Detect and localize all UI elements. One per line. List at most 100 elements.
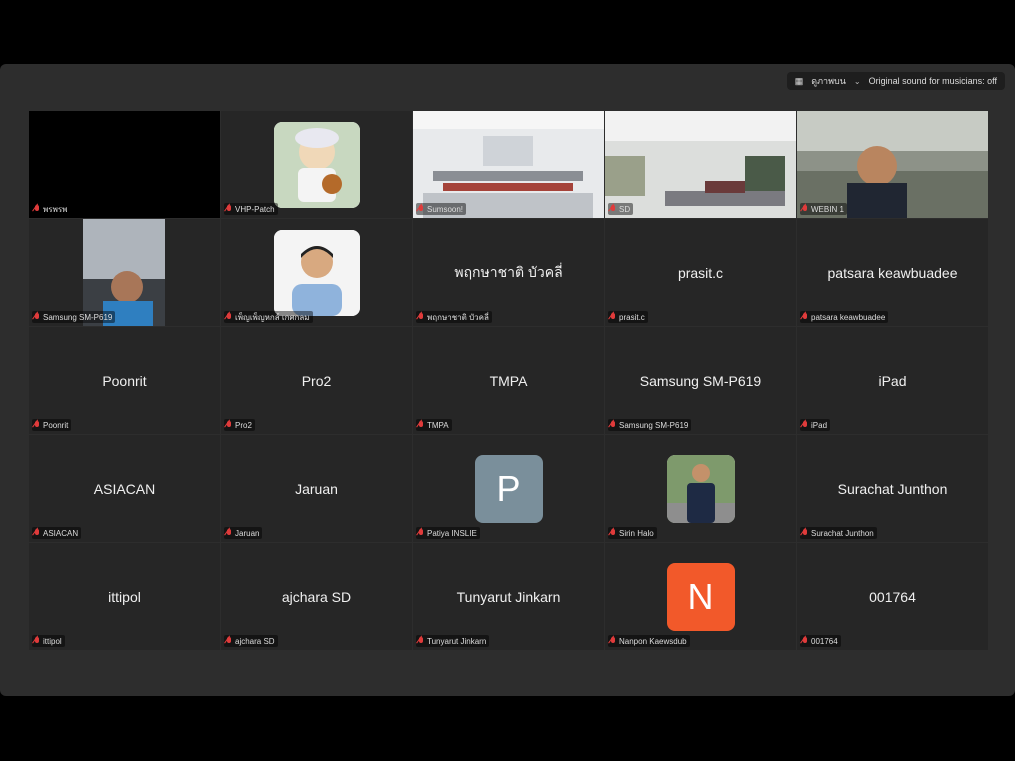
participant-tile[interactable]: เพ็ญเพ็ญหกส์ เกศกลม <box>221 219 412 326</box>
bottom-bar <box>0 696 1015 761</box>
participant-display-name: Poonrit <box>102 372 147 389</box>
participant-name: WEBIN 1 <box>811 204 844 214</box>
mic-muted-icon <box>803 421 808 429</box>
participant-tile[interactable]: patsara keawbuadee patsara keawbuadee <box>797 219 988 326</box>
participant-tile[interactable]: Samsung SM-P619 <box>29 219 220 326</box>
mic-muted-icon <box>803 313 808 321</box>
participant-tile[interactable]: VHP-Patch <box>221 111 412 218</box>
participant-name-label: Jaruan <box>224 527 263 539</box>
participant-tile[interactable]: Pro2 Pro2 <box>221 327 412 434</box>
participant-tile[interactable]: Jaruan Jaruan <box>221 435 412 542</box>
avatar-initial: N <box>666 562 735 631</box>
mic-muted-icon <box>611 205 616 213</box>
participant-name: Samsung SM-P619 <box>43 312 113 322</box>
participant-name: Sirin Halo <box>619 528 654 538</box>
participant-tile[interactable]: ajchara SD ajchara SD <box>221 543 412 650</box>
participant-name-label: Sumsoon! <box>416 203 467 215</box>
participant-display-name: พฤกษาชาติ บัวคลี่ <box>454 263 563 280</box>
mic-muted-icon <box>803 637 808 645</box>
mic-muted-icon <box>419 421 424 429</box>
view-toolbar[interactable]: ▦ ดูภาพบน ⌄ Original sound for musicians… <box>786 72 1005 90</box>
participant-tile[interactable]: WEBIN 1 <box>797 111 988 218</box>
participant-display-name: iPad <box>878 372 907 389</box>
participant-name-label: 001764 <box>800 635 841 647</box>
chevron-down-icon[interactable]: ⌄ <box>854 77 861 86</box>
participant-name-label: prasit.c <box>608 311 648 323</box>
participant-display-name: Samsung SM-P619 <box>639 372 762 389</box>
view-label[interactable]: ดูภาพบน <box>811 74 846 88</box>
participant-tile[interactable]: Surachat Junthon Surachat Junthon <box>797 435 988 542</box>
avatar-initial: P <box>474 454 543 523</box>
mic-muted-icon <box>35 529 40 537</box>
participant-name-label: Sirin Halo <box>608 527 657 539</box>
participant-video <box>605 111 796 218</box>
participant-tile[interactable]: Samsung SM-P619 Samsung SM-P619 <box>605 327 796 434</box>
participant-display-name: ittipol <box>108 588 141 605</box>
participant-name: Samsung SM-P619 <box>619 420 689 430</box>
participant-name-label: WEBIN 1 <box>800 203 847 215</box>
participant-name: Poonrit <box>43 420 69 430</box>
mic-muted-icon <box>227 205 232 213</box>
participant-name-label: ajchara SD <box>224 635 278 647</box>
participant-tile[interactable]: Poonrit Poonrit <box>29 327 220 434</box>
mic-muted-icon <box>611 421 616 429</box>
mic-muted-icon <box>803 529 808 537</box>
participant-video <box>83 219 165 326</box>
mic-muted-icon <box>227 529 232 537</box>
participant-name: พรพรพ <box>43 204 68 214</box>
participant-name-label: SD <box>608 203 634 215</box>
meeting-window: ▦ ดูภาพบน ⌄ Original sound for musicians… <box>0 64 1015 696</box>
participant-tile[interactable]: Tunyarut Jinkarn Tunyarut Jinkarn <box>413 543 604 650</box>
participant-tile[interactable]: Sumsoon! <box>413 111 604 218</box>
participant-name: prasit.c <box>619 312 645 322</box>
participant-display-name: 001764 <box>869 588 916 605</box>
participant-tile[interactable]: N Nanpon Kaewsdub <box>605 543 796 650</box>
participant-tile[interactable]: ittipol ittipol <box>29 543 220 650</box>
participant-tile[interactable]: prasit.c prasit.c <box>605 219 796 326</box>
participant-tile[interactable]: ASIACAN ASIACAN <box>29 435 220 542</box>
original-sound-button[interactable]: Original sound for musicians: off <box>869 76 997 86</box>
participant-tile[interactable]: SD <box>605 111 796 218</box>
participant-name-label: ASIACAN <box>32 527 82 539</box>
mic-muted-icon <box>419 529 424 537</box>
mic-muted-icon <box>35 313 40 321</box>
participant-name-label: Nanpon Kaewsdub <box>608 635 690 647</box>
participant-name: Patiya INSLIE <box>427 528 477 538</box>
participant-name: 001764 <box>811 636 838 646</box>
participant-name-label: iPad <box>800 419 831 431</box>
participant-tile[interactable]: 001764 001764 <box>797 543 988 650</box>
participant-name: เพ็ญเพ็ญหกส์ เกศกลม <box>235 312 310 322</box>
mic-muted-icon <box>419 637 424 645</box>
participant-name: Nanpon Kaewsdub <box>619 636 687 646</box>
mic-muted-icon <box>227 637 232 645</box>
participant-name-label: patsara keawbuadee <box>800 311 889 323</box>
participant-tile[interactable]: iPad iPad <box>797 327 988 434</box>
participant-grid: พรพรพ VHP-Patch Sumsoon! SD WEBIN 1 Samsung S… <box>29 111 988 650</box>
participant-name-label: Pro2 <box>224 419 255 431</box>
participant-name-label: เพ็ญเพ็ญหกส์ เกศกลม <box>224 311 313 323</box>
mic-muted-icon <box>611 529 616 537</box>
participant-tile[interactable]: พฤกษาชาติ บัวคลี่ พฤกษาชาติ บัวคลี่ <box>413 219 604 326</box>
participant-display-name: Pro2 <box>301 372 332 389</box>
participant-tile[interactable]: P Patiya INSLIE <box>413 435 604 542</box>
participant-name-label: TMPA <box>416 419 452 431</box>
participant-name: TMPA <box>427 420 449 430</box>
participant-name-label: VHP-Patch <box>224 203 278 215</box>
participant-name: Tunyarut Jinkarn <box>427 636 487 646</box>
participant-tile[interactable]: TMPA TMPA <box>413 327 604 434</box>
participant-name-label: พรพรพ <box>32 203 71 215</box>
mic-muted-icon <box>35 205 40 213</box>
profile-photo <box>666 454 735 523</box>
participant-name-label: Samsung SM-P619 <box>32 311 116 323</box>
participant-name: Surachat Junthon <box>811 528 874 538</box>
mic-muted-icon <box>227 421 232 429</box>
participant-display-name: Jaruan <box>295 480 338 497</box>
participant-tile[interactable]: พรพรพ <box>29 111 220 218</box>
participant-display-name: Tunyarut Jinkarn <box>456 588 561 605</box>
participant-name: พฤกษาชาติ บัวคลี่ <box>427 312 489 322</box>
participant-name: Jaruan <box>235 528 260 538</box>
participant-name: Sumsoon! <box>427 204 464 214</box>
participant-name: SD <box>619 204 631 214</box>
participant-video <box>413 111 604 218</box>
participant-tile[interactable]: Sirin Halo <box>605 435 796 542</box>
